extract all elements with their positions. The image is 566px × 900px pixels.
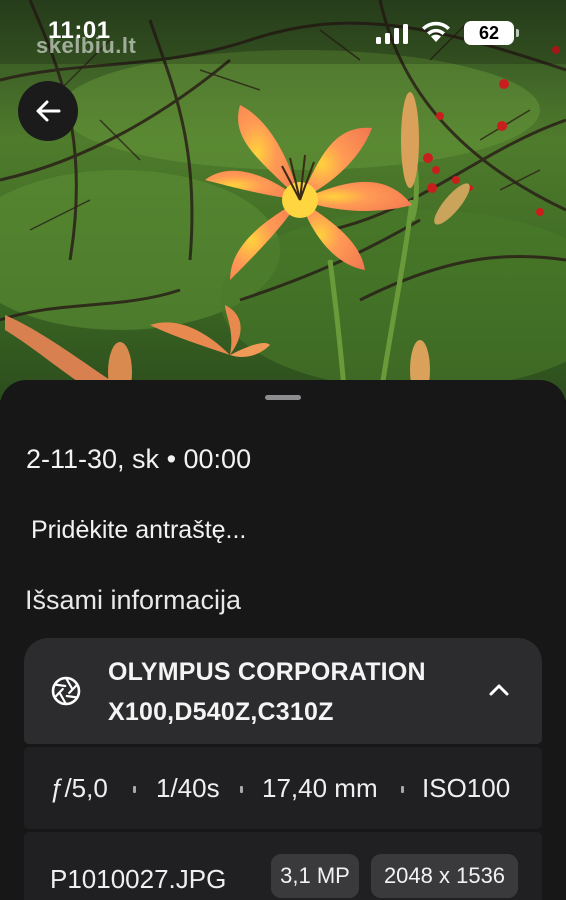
- chevron-up-icon: [489, 684, 509, 696]
- collapse-button[interactable]: [484, 675, 514, 705]
- details-heading: Išsami informacija: [25, 585, 242, 615]
- shutter-speed-value: 1/40s: [156, 773, 220, 803]
- megapixels-chip: 3,1 MP: [271, 854, 359, 898]
- cellular-signal-icon: [376, 24, 408, 44]
- status-time: 11:01: [48, 17, 111, 44]
- sheet-drag-handle[interactable]: [265, 395, 301, 400]
- iso-value: ISO100: [422, 773, 511, 803]
- separator: [240, 786, 243, 793]
- camera-info-card[interactable]: OLYMPUS CORPORATION X100,D540Z,C310Z: [24, 638, 542, 744]
- camera-model: OLYMPUS CORPORATION X100,D540Z,C310Z: [108, 652, 426, 732]
- battery-tip: [516, 29, 519, 37]
- photo-datetime[interactable]: 2-11-30, sk • 00:00: [26, 444, 251, 475]
- separator: [133, 786, 136, 793]
- camera-make: OLYMPUS CORPORATION: [108, 658, 426, 686]
- file-name: P1010027.JPG: [50, 864, 227, 894]
- arrow-back-icon: [36, 100, 61, 122]
- status-bar: skelbiu.lt 11:01 62: [0, 0, 566, 62]
- details-sheet: 2-11-30, sk • 00:00 Pridėkite antraštę..…: [0, 380, 566, 900]
- aperture-value: ƒ/5,0: [50, 773, 108, 803]
- exposure-info-card: ƒ/5,0 1/40s 17,40 mm ISO100: [24, 747, 542, 829]
- focal-length-value: 17,40 mm: [262, 773, 378, 803]
- resolution-chip: 2048 x 1536: [371, 854, 518, 898]
- wifi-icon: [422, 21, 450, 42]
- caption-input[interactable]: Pridėkite antraštę...: [31, 516, 246, 545]
- battery-indicator: 62: [464, 21, 514, 45]
- file-info-card: P1010027.JPG 3,1 MP 2048 x 1536: [24, 832, 542, 900]
- back-button[interactable]: [18, 81, 78, 141]
- camera-model-codes: X100,D540Z,C310Z: [108, 698, 334, 726]
- aperture-icon: [51, 676, 81, 706]
- separator: [401, 786, 404, 793]
